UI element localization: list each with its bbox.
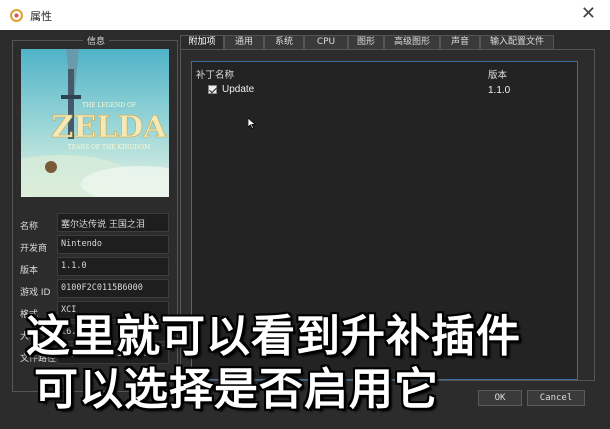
- game-cover-image: THE LEGEND OF ZELDA TEARS OF THE KINGDOM: [21, 49, 169, 197]
- cover-title-line3: TEARS OF THE KINGDOM: [68, 144, 151, 151]
- developer-label: 开发商: [20, 244, 48, 254]
- subtitle-line-2: 可以选择是否启用它: [34, 364, 439, 415]
- tab-input-profiles[interactable]: 输入配置文件: [480, 35, 554, 49]
- name-field[interactable]: 塞尔达传说 王国之泪: [57, 213, 169, 232]
- game-id-label: 游戏 ID: [20, 288, 51, 298]
- mouse-cursor-icon: [248, 118, 256, 129]
- tab-advanced-graphics[interactable]: 高级图形: [384, 35, 440, 49]
- app-icon: [10, 9, 23, 22]
- tab-audio[interactable]: 声音: [440, 35, 480, 49]
- game-id-field[interactable]: 0100F2C0115B6000: [57, 279, 169, 298]
- tab-graphics[interactable]: 图形: [348, 35, 384, 49]
- subtitle-line-1: 这里就可以看到升补插件: [26, 311, 521, 362]
- tab-addons[interactable]: 附加项: [180, 35, 224, 50]
- tab-cpu[interactable]: CPU: [304, 35, 348, 49]
- info-group-label: 信息: [83, 34, 110, 47]
- cover-title-line2: ZELDA: [51, 110, 167, 145]
- list-item[interactable]: Update: [208, 81, 254, 97]
- version-header[interactable]: 版本: [488, 67, 507, 81]
- close-icon[interactable]: ✕: [581, 4, 596, 24]
- tab-system[interactable]: 系统: [264, 35, 304, 49]
- window-title: 属性: [30, 10, 52, 23]
- cover-title-line1: THE LEGEND OF: [82, 102, 136, 109]
- version-field[interactable]: 1.1.0: [57, 257, 169, 276]
- patch-name-header[interactable]: 补丁名称: [196, 67, 234, 81]
- version-label: 版本: [20, 266, 39, 276]
- patch-name: Update: [222, 83, 255, 95]
- developer-field[interactable]: Nintendo: [57, 235, 169, 254]
- patch-version: 1.1.0: [488, 85, 511, 96]
- tab-general[interactable]: 通用: [224, 35, 264, 49]
- name-label: 名称: [20, 222, 39, 232]
- title-bar: 属性 ✕: [0, 0, 610, 30]
- update-enable-checkbox[interactable]: [208, 84, 217, 94]
